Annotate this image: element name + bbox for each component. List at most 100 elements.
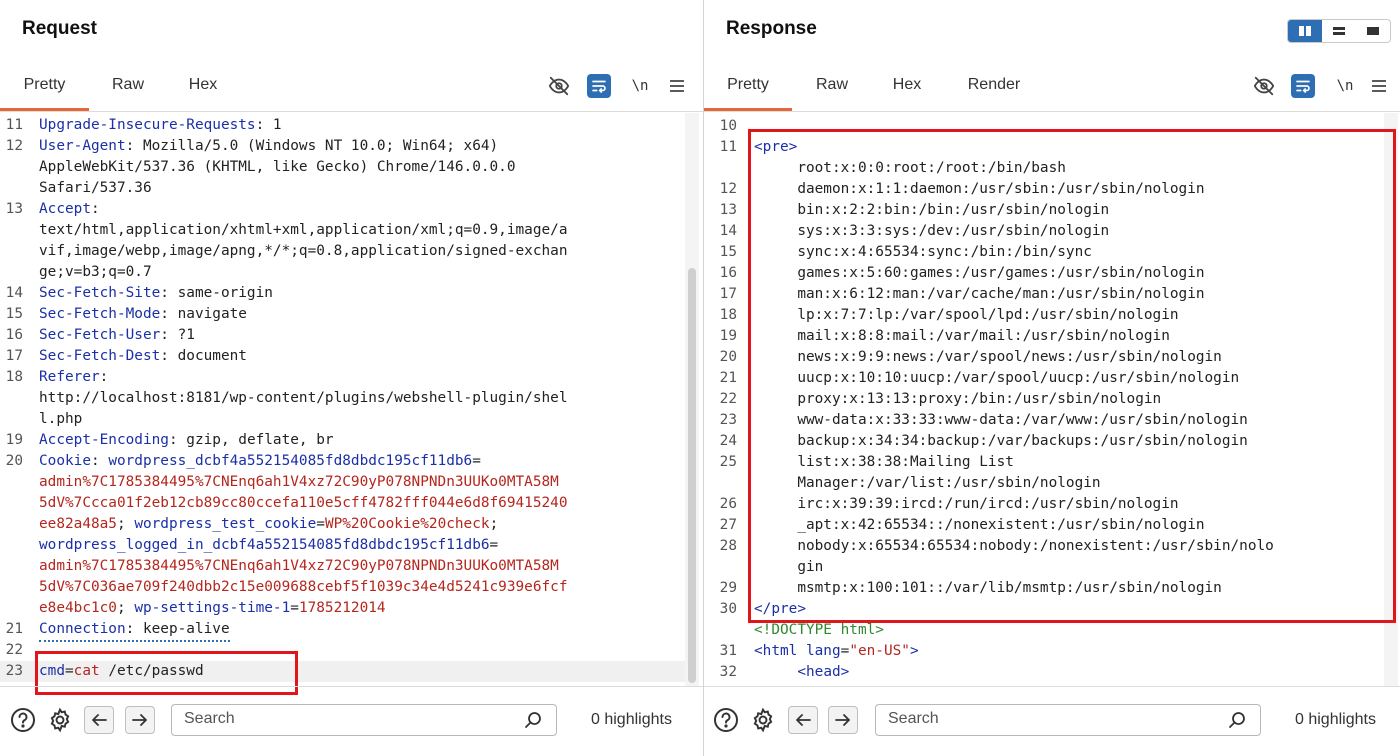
layout-toggle-group [1287,19,1391,43]
code-token: proxy:x:13:13:proxy:/bin:/usr/sbin/nolog… [754,391,1162,407]
request-search-box[interactable] [171,704,557,736]
hide-nonprintable-eye-off-icon[interactable] [1252,74,1276,98]
code-token: man:x:6:12:man:/var/cache/man:/usr/sbin/… [754,286,1205,302]
code-line: 19 mail:x:8:8:mail:/var/mail:/usr/sbin/n… [704,326,1394,347]
response-scrollbar[interactable] [1384,113,1398,686]
code-token: vif,image/webp,image/apng,*/*;q=0.8,appl… [39,243,568,259]
forward-arrow-icon[interactable] [828,706,858,734]
code-text: backup:x:34:34:backup:/var/backups:/usr/… [754,431,1248,452]
layout-tabs-icon[interactable] [1356,20,1390,42]
line-number: 12 [719,181,737,197]
code-text: list:x:38:38:Mailing List [754,452,1014,473]
code-line: admin%7C1785384495%7CNEnq6ah1V4xz72C90yP… [0,472,690,493]
line-number: 13 [5,201,23,217]
response-tab-pretty[interactable]: Pretty [704,62,792,111]
code-token: gin [754,559,824,575]
request-title: Request [22,18,97,39]
code-token: "en-US" [849,643,910,659]
code-line: 12 daemon:x:1:1:daemon:/usr/sbin:/usr/sb… [704,179,1394,200]
back-arrow-icon[interactable] [84,706,114,734]
code-token: ; [489,516,499,532]
code-token: : document [160,348,247,364]
layout-split-vertical-icon[interactable] [1288,20,1322,42]
code-token: Sec-Fetch-Mode [39,306,161,322]
response-tab-raw[interactable]: Raw [802,62,862,111]
code-token: msmtp:x:100:101::/var/lib/msmtp:/usr/sbi… [754,580,1222,596]
code-text: uucp:x:10:10:uucp:/var/spool/uucp:/usr/s… [754,368,1239,389]
menu-icon[interactable] [1369,74,1389,98]
code-line: 25 list:x:38:38:Mailing List [704,452,1394,473]
request-scrollbar-thumb[interactable] [688,268,696,683]
code-text: Sec-Fetch-Dest: document [39,346,247,367]
back-arrow-icon[interactable] [788,706,818,734]
code-text: games:x:5:60:games:/usr/games:/usr/sbin/… [754,263,1204,284]
code-text: 5dV%7Ccca01f2eb12cb89cc80ccefa110e5cff47… [39,493,568,514]
request-search-input[interactable] [184,710,484,728]
response-tab-render[interactable]: Render [956,62,1032,111]
code-text: gin [754,557,823,578]
code-token: uucp:x:10:10:uucp:/var/spool/uucp:/usr/s… [754,370,1240,386]
code-line: admin%7C1785384495%7CNEnq6ah1V4xz72C90yP… [0,556,690,577]
code-token: backup:x:34:34:backup:/var/backups:/usr/… [754,433,1248,449]
line-number: 18 [5,369,23,385]
code-token: Upgrade-Insecure-Requests [39,117,256,133]
code-token: <!DOCTYPE html> [754,622,884,638]
help-icon[interactable] [9,706,37,734]
code-token: Accept [39,201,91,217]
code-token: admin%7C1785384495%7CNEnq6ah1V4xz72C90yP… [39,474,559,490]
code-line: 32 <head> [704,662,1394,683]
response-search-box[interactable] [875,704,1261,736]
code-text: admin%7C1785384495%7CNEnq6ah1V4xz72C90yP… [39,556,559,577]
code-text: news:x:9:9:news:/var/spool/news:/usr/sbi… [754,347,1222,368]
code-token: Sec-Fetch-User [39,327,161,343]
show-newlines-icon[interactable]: \n [1334,74,1356,98]
code-text: vif,image/webp,image/apng,*/*;q=0.8,appl… [39,241,568,262]
code-token: ; [116,516,135,532]
line-number: 12 [5,138,23,154]
line-number: 23 [719,412,737,428]
request-editor[interactable]: 11 Upgrade-Insecure-Requests: 1 12 User-Age… [0,113,703,686]
show-newlines-icon[interactable]: \n [629,74,651,98]
settings-gear-icon[interactable] [749,706,777,734]
line-number: 21 [719,370,737,386]
code-line: 19 Accept-Encoding: gzip, deflate, br [0,430,690,451]
help-icon[interactable] [712,706,740,734]
line-number: 17 [5,348,23,364]
code-line: 23 www-data:x:33:33:www-data:/var/www:/u… [704,410,1394,431]
code-line: 15 Sec-Fetch-Mode: navigate [0,304,690,325]
layout-split-horizontal-icon[interactable] [1322,20,1356,42]
code-token: cmd [39,663,65,679]
word-wrap-icon[interactable] [1291,74,1315,98]
line-number: 19 [5,432,23,448]
request-highlights-count: 0 highlights [591,711,672,728]
code-token: lp:x:7:7:lp:/var/spool/lpd:/usr/sbin/nol… [754,307,1179,323]
code-line: wordpress_logged_in_dcbf4a552154085fd8db… [0,535,690,556]
code-text: www-data:x:33:33:www-data:/var/www:/usr/… [754,410,1248,431]
word-wrap-icon[interactable] [587,74,611,98]
code-line: ee82a48a5; wordpress_test_cookie=WP%20Co… [0,514,690,535]
code-token: <html [754,643,806,659]
code-text: cmd=cat /etc/passwd [39,661,204,682]
response-search-input[interactable] [888,710,1188,728]
code-line: 14 Sec-Fetch-Site: same-origin [0,283,690,304]
request-tab-raw[interactable]: Raw [98,62,158,111]
code-line: 14 sys:x:3:3:sys:/dev:/usr/sbin/nologin [704,221,1394,242]
response-editor[interactable]: 10 11 <pre> root:x:0:0:root:/root:/bin/bas… [704,113,1400,686]
menu-icon[interactable] [667,74,687,98]
code-token: = [840,643,850,659]
code-token: sys:x:3:3:sys:/dev:/usr/sbin/nologin [754,223,1110,239]
request-tab-pretty[interactable]: Pretty [0,62,89,111]
code-token: _apt:x:42:65534::/nonexistent:/usr/sbin/… [754,517,1205,533]
request-scrollbar[interactable] [685,113,699,686]
code-line: 20 news:x:9:9:news:/var/spool/news:/usr/… [704,347,1394,368]
forward-arrow-icon[interactable] [125,706,155,734]
code-line: 13 bin:x:2:2:bin:/bin:/usr/sbin/nologin [704,200,1394,221]
code-text: Upgrade-Insecure-Requests: 1 [39,115,282,136]
request-tab-hex[interactable]: Hex [175,62,231,111]
code-text: e8e4bc1c0; wp-settings-time-1=1785212014 [39,598,386,619]
code-line: 18 Referer: [0,367,690,388]
hide-nonprintable-eye-off-icon[interactable] [547,74,571,98]
search-icon [1228,711,1246,733]
response-tab-hex[interactable]: Hex [879,62,935,111]
settings-gear-icon[interactable] [46,706,74,734]
